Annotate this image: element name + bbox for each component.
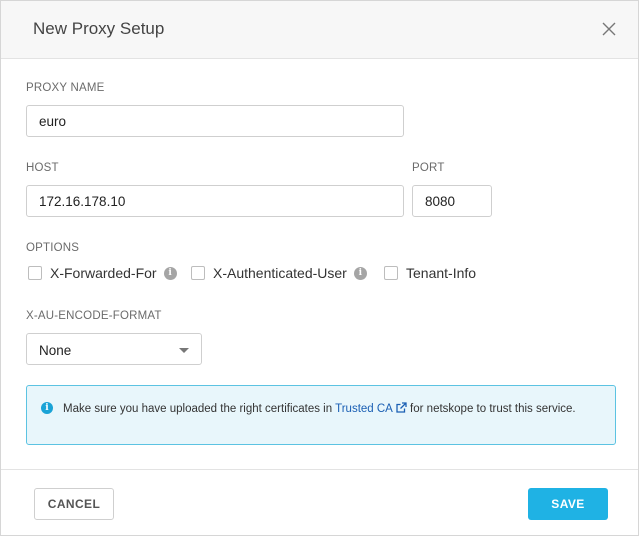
save-button[interactable]: SAVE xyxy=(528,488,608,520)
info-icon[interactable]: i xyxy=(353,266,367,280)
trusted-ca-link[interactable]: Trusted CA xyxy=(335,403,393,415)
encode-format-select[interactable]: None xyxy=(26,333,202,365)
x-forwarded-for-label: X-Forwarded-For xyxy=(50,265,157,281)
info-icon[interactable]: i xyxy=(163,266,177,280)
proxy-name-input[interactable] xyxy=(26,105,404,137)
alert-text-before: Make sure you have uploaded the right ce… xyxy=(63,403,336,415)
encode-format-value: None xyxy=(39,343,72,358)
tenant-info-checkbox[interactable] xyxy=(384,266,398,280)
close-button[interactable] xyxy=(598,18,620,40)
external-link-icon[interactable] xyxy=(396,402,407,413)
close-icon xyxy=(602,22,616,36)
info-alert: i Make sure you have uploaded the right … xyxy=(26,385,616,445)
x-forwarded-for-checkbox[interactable] xyxy=(28,266,42,280)
option-x-authenticated-user[interactable]: X-Authenticated-User i xyxy=(191,265,367,281)
new-proxy-dialog: New Proxy Setup PROXY NAME HOST PORT OPT… xyxy=(0,0,639,536)
proxy-name-label: PROXY NAME xyxy=(26,82,105,94)
host-input[interactable] xyxy=(26,185,404,217)
x-authenticated-user-checkbox[interactable] xyxy=(191,266,205,280)
x-authenticated-user-label: X-Authenticated-User xyxy=(213,265,347,281)
dialog-header: New Proxy Setup xyxy=(1,1,638,59)
option-x-forwarded-for[interactable]: X-Forwarded-For i xyxy=(28,265,177,281)
alert-text-after: for netskope to trust this service. xyxy=(406,403,576,415)
port-label: PORT xyxy=(412,162,445,174)
info-icon: i xyxy=(41,402,53,414)
dialog-footer: CANCEL SAVE xyxy=(1,469,638,535)
chevron-down-icon xyxy=(179,348,189,353)
options-label: OPTIONS xyxy=(26,242,80,254)
port-input[interactable] xyxy=(412,185,492,217)
host-label: HOST xyxy=(26,162,59,174)
cancel-button[interactable]: CANCEL xyxy=(34,488,114,520)
tenant-info-label: Tenant-Info xyxy=(406,265,477,281)
alert-message: Make sure you have uploaded the right ce… xyxy=(63,401,583,417)
encode-format-label: X-AU-ENCODE-FORMAT xyxy=(26,310,162,322)
dialog-title: New Proxy Setup xyxy=(33,19,165,38)
option-tenant-info[interactable]: Tenant-Info xyxy=(384,265,476,281)
